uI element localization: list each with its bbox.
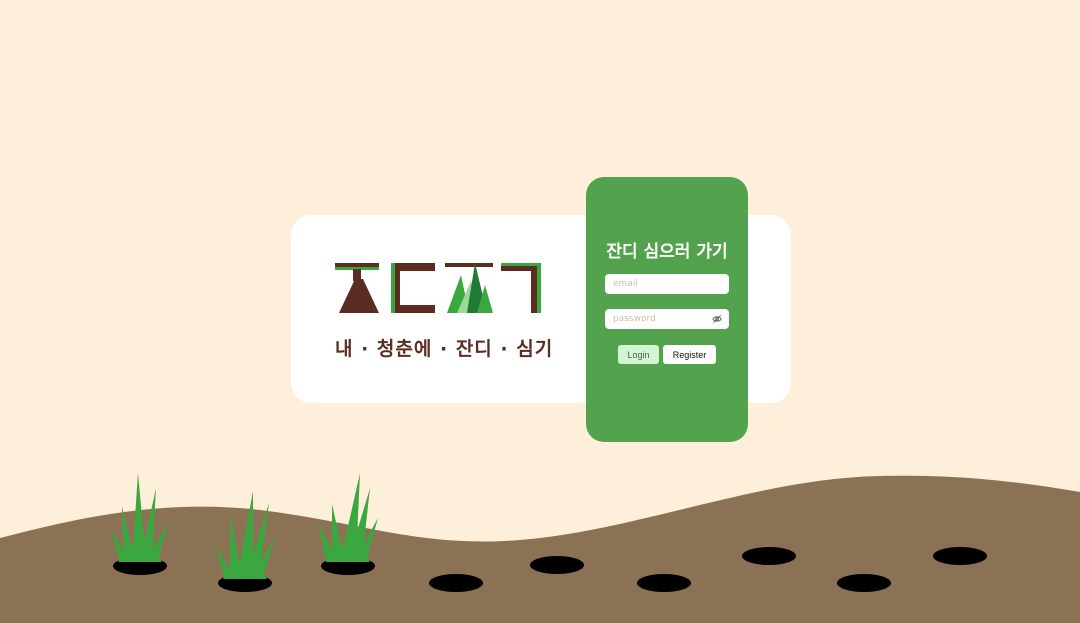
hole	[742, 547, 796, 565]
login-panel: 잔디 심으러 가기 Login Register	[586, 177, 748, 442]
hole	[429, 574, 483, 592]
email-field[interactable]	[605, 274, 729, 294]
soil	[0, 475, 1080, 623]
tagline: 내 · 청춘에 · 잔디 · 심기	[335, 338, 554, 360]
login-title: 잔디 심으러 가기	[606, 242, 728, 262]
hole	[530, 556, 584, 574]
logo	[335, 263, 541, 313]
login-button[interactable]: Login	[618, 345, 659, 364]
eye-off-icon[interactable]	[712, 314, 722, 324]
register-button[interactable]: Register	[663, 345, 716, 364]
hole	[637, 574, 691, 592]
hole	[933, 547, 987, 565]
password-field[interactable]	[605, 309, 729, 329]
grass-sprout	[318, 473, 378, 562]
hole	[837, 574, 891, 592]
